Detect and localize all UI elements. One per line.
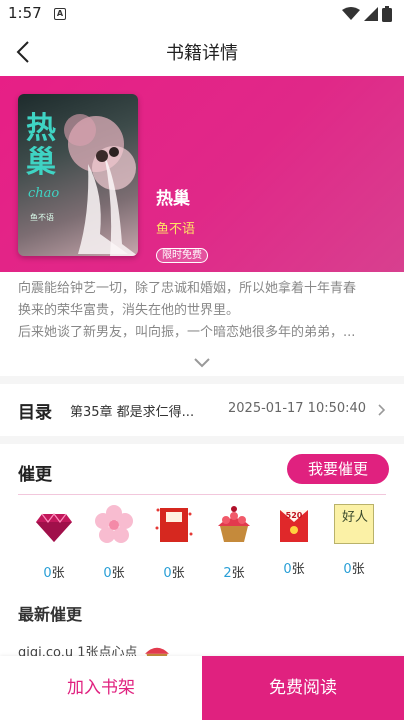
gift-red-envelope[interactable]: 0张	[154, 504, 194, 581]
gift-count: 2张	[223, 566, 245, 581]
gift-diamond[interactable]: 0张	[34, 504, 74, 581]
gift-list: 0张 0张 0张 2张 520 0张 好人 0张	[18, 504, 386, 584]
synopsis-line: 换来的荣华富贵，消失在他的世界里。	[18, 303, 240, 318]
gift-good-person[interactable]: 好人 0张	[334, 504, 374, 577]
gift-envelope-520-icon: 520	[274, 504, 314, 544]
section-divider	[0, 436, 404, 444]
update-date: 2025-01-17 10:50:40	[228, 401, 367, 416]
bottom-action-bar: 加入书架 免费阅读	[0, 656, 404, 720]
status-bar: 1:57 A	[0, 0, 404, 28]
gift-cake[interactable]: 2张	[214, 504, 254, 581]
book-hero: 热巢 chao 鱼不语 热巢 鱼不语 限时免费 现代言情 已完结 5.0万字	[0, 76, 404, 323]
latest-chapter: 第35章 都是求仁得...	[70, 405, 195, 420]
wifi-icon	[342, 7, 360, 20]
add-to-shelf-button[interactable]: 加入书架	[0, 656, 202, 720]
synopsis-line: 向震能给钟艺一切，除了忠诚和婚姻，所以她拿着十年青春	[18, 281, 357, 296]
good-person-icon: 好人	[334, 504, 374, 544]
status-time: 1:57	[8, 4, 42, 22]
battery-icon	[382, 6, 392, 22]
chevron-down-icon	[194, 358, 210, 368]
book-cover[interactable]: 热巢 chao 鱼不语	[18, 94, 138, 256]
free-badge: 限时免费	[156, 248, 208, 263]
latest-urge-label: 最新催更	[18, 605, 83, 624]
page-title: 书籍详情	[166, 43, 238, 64]
nav-bar: 书籍详情	[0, 28, 404, 76]
envelope-520-label: 520	[285, 511, 303, 520]
book-author[interactable]: 鱼不语	[156, 218, 195, 237]
gift-count: 0张	[103, 566, 125, 581]
gift-count: 0张	[283, 562, 305, 577]
gift-flower[interactable]: 0张	[94, 504, 134, 581]
gift-count: 0张	[343, 562, 365, 577]
urge-button[interactable]: 我要催更	[287, 454, 389, 484]
book-title: 热巢	[156, 189, 190, 209]
good-person-label: 好人	[341, 510, 368, 525]
cake-icon	[218, 506, 250, 542]
notification-icon: A	[54, 8, 66, 20]
envelope-shape	[280, 510, 308, 542]
gift-count: 0张	[163, 566, 185, 581]
synopsis: 向震能给钟艺一切，除了忠诚和婚姻，所以她拿着十年青春 换来的荣华富贵，消失在他的…	[18, 278, 386, 344]
toc-row[interactable]: 目录 第35章 都是求仁得... 2025-01-17 10:50:40	[0, 388, 404, 432]
urge-label: 催更	[18, 465, 52, 485]
cover-title: 热巢	[26, 111, 56, 180]
section-divider	[0, 376, 404, 384]
red-envelope-icon	[155, 508, 193, 542]
urge-divider	[18, 494, 386, 495]
flower-icon	[95, 505, 133, 543]
expand-synopsis-button[interactable]	[193, 354, 211, 368]
read-free-button[interactable]: 免费阅读	[202, 656, 404, 720]
signal-icon	[364, 7, 378, 21]
toc-label: 目录	[18, 403, 52, 423]
urge-header: 催更 我要催更	[0, 448, 404, 494]
status-icons	[342, 6, 392, 22]
cover-author: 鱼不语	[30, 213, 54, 222]
diamond-icon	[36, 513, 72, 542]
chevron-right-icon	[378, 404, 386, 416]
cover-subtitle: chao	[28, 186, 60, 201]
gift-520[interactable]: 520 0张	[274, 504, 314, 577]
gift-count: 0张	[43, 566, 65, 581]
synopsis-line: 后来她谈了新男友，叫向振，一个暗恋她很多年的弟弟，...	[18, 325, 356, 340]
